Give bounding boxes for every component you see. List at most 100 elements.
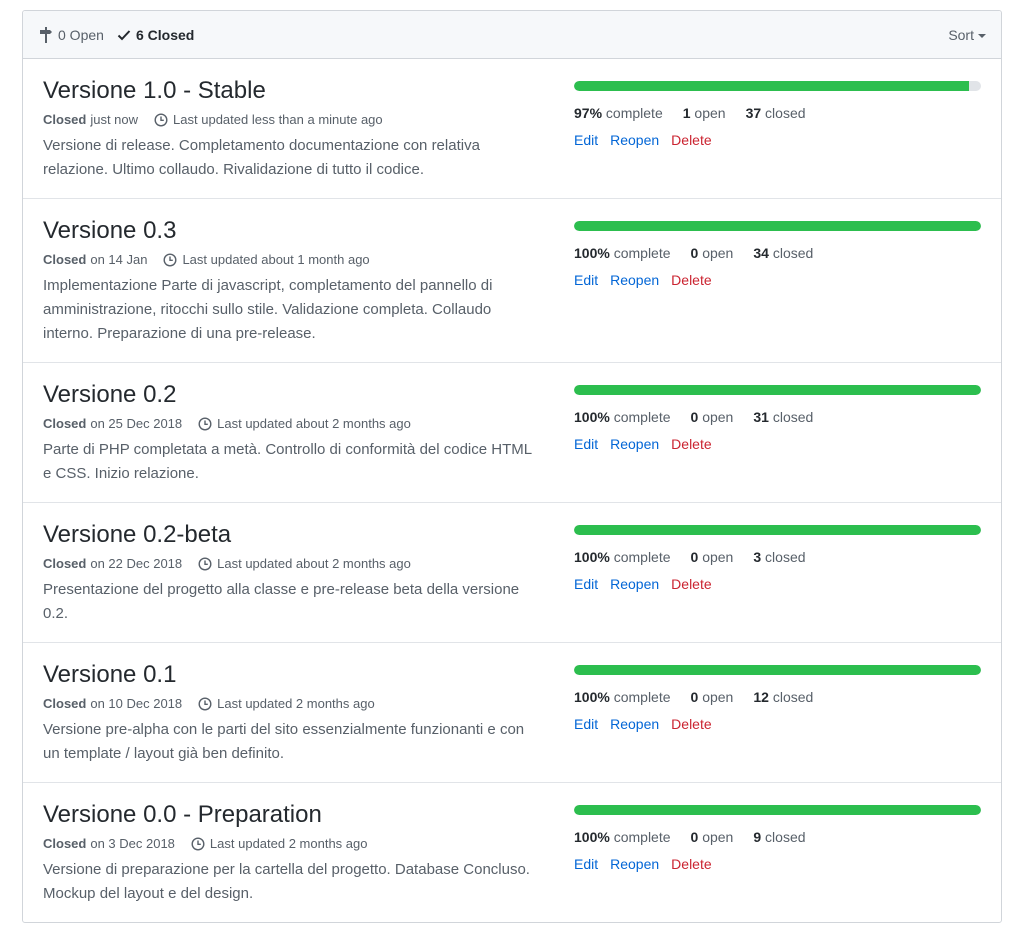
reopen-link[interactable]: Reopen — [610, 576, 659, 592]
reopen-link[interactable]: Reopen — [610, 436, 659, 452]
open-issues-count[interactable]: 0 open — [691, 549, 734, 565]
delete-link[interactable]: Delete — [671, 132, 711, 148]
reopen-link[interactable]: Reopen — [610, 716, 659, 732]
closed-state-label: Closed — [43, 836, 87, 851]
closed-date: just now — [90, 112, 139, 127]
progress-bar — [574, 221, 981, 231]
edit-link[interactable]: Edit — [574, 856, 598, 872]
open-issues-count[interactable]: 0 open — [691, 829, 734, 845]
milestone-title[interactable]: Versione 0.0 - Preparation — [43, 800, 543, 830]
closed-issues-count[interactable]: 37 closed — [746, 105, 806, 121]
closed-state-label: Closed — [43, 112, 87, 127]
milestone-meta: Closed on 25 Dec 2018 Last updated about… — [43, 416, 543, 432]
edit-link[interactable]: Edit — [574, 576, 598, 592]
last-updated: Last updated less than a minute ago — [173, 112, 383, 127]
sort-label: Sort — [948, 26, 974, 43]
milestone-row: Versione 0.1 Closed on 10 Dec 2018 Last … — [23, 642, 1001, 782]
milestone-actions: Edit Reopen Delete — [574, 132, 981, 148]
milestone-stats: 100% complete 0 open 12 closed — [574, 689, 981, 705]
open-issues-count[interactable]: 0 open — [691, 245, 734, 261]
closed-issues-count[interactable]: 3 closed — [753, 549, 805, 565]
last-updated: Last updated about 2 months ago — [217, 416, 411, 431]
milestone-description: Presentazione del progetto alla classe e… — [43, 581, 520, 622]
milestone-description: Implementazione Parte di javascript, com… — [43, 277, 493, 342]
milestone-title[interactable]: Versione 0.2-beta — [43, 520, 543, 550]
sort-dropdown[interactable]: Sort — [948, 11, 986, 58]
progress-bar — [574, 665, 981, 675]
milestone-actions: Edit Reopen Delete — [574, 272, 981, 288]
progress-bar — [574, 81, 981, 91]
milestone-description: Parte di PHP completata a metà. Controll… — [43, 441, 532, 482]
delete-link[interactable]: Delete — [671, 576, 711, 592]
open-issues-count[interactable]: 0 open — [691, 689, 734, 705]
edit-link[interactable]: Edit — [574, 716, 598, 732]
milestone-stats: 100% complete 0 open 31 closed — [574, 409, 981, 425]
milestone-row: Versione 0.0 - Preparation Closed on 3 D… — [23, 782, 1001, 922]
open-issues-count[interactable]: 1 open — [683, 105, 726, 121]
progress-bar — [574, 805, 981, 815]
percent-complete: 100% complete — [574, 829, 671, 845]
closed-date: on 22 Dec 2018 — [90, 556, 183, 571]
closed-state-label: Closed — [43, 556, 87, 571]
milestone-actions: Edit Reopen Delete — [574, 576, 981, 592]
milestone-title[interactable]: Versione 1.0 - Stable — [43, 76, 543, 106]
closed-state-label: Closed — [43, 252, 87, 267]
closed-state-label: Closed — [43, 416, 87, 431]
closed-date: on 14 Jan — [90, 252, 148, 267]
closed-date: on 10 Dec 2018 — [90, 696, 183, 711]
open-count-label: 0 Open — [58, 26, 104, 43]
milestone-actions: Edit Reopen Delete — [574, 856, 981, 872]
delete-link[interactable]: Delete — [671, 436, 711, 452]
delete-link[interactable]: Delete — [671, 716, 711, 732]
closed-issues-count[interactable]: 31 closed — [753, 409, 813, 425]
reopen-link[interactable]: Reopen — [610, 856, 659, 872]
milestone-title[interactable]: Versione 0.3 — [43, 216, 543, 246]
closed-date: on 25 Dec 2018 — [90, 416, 183, 431]
percent-complete: 100% complete — [574, 549, 671, 565]
delete-link[interactable]: Delete — [671, 856, 711, 872]
last-updated: Last updated 2 months ago — [217, 696, 375, 711]
milestone-description: Versione di release. Completamento docum… — [43, 137, 480, 178]
closed-date: on 3 Dec 2018 — [90, 836, 175, 851]
percent-complete: 97% complete — [574, 105, 663, 121]
closed-milestones-filter[interactable]: 6 Closed — [117, 11, 194, 58]
closed-state-label: Closed — [43, 696, 87, 711]
open-issues-count[interactable]: 0 open — [691, 409, 734, 425]
last-updated: Last updated about 1 month ago — [182, 252, 370, 267]
clock-icon — [163, 253, 177, 267]
edit-link[interactable]: Edit — [574, 132, 598, 148]
milestone-title[interactable]: Versione 0.1 — [43, 660, 543, 690]
edit-link[interactable]: Edit — [574, 272, 598, 288]
edit-link[interactable]: Edit — [574, 436, 598, 452]
milestone-row: Versione 0.3 Closed on 14 Jan Last updat… — [23, 198, 1001, 362]
reopen-link[interactable]: Reopen — [610, 272, 659, 288]
delete-link[interactable]: Delete — [671, 272, 711, 288]
open-milestones-filter[interactable]: 0 Open — [39, 11, 104, 58]
milestone-title[interactable]: Versione 0.2 — [43, 380, 543, 410]
milestone-meta: Closed on 10 Dec 2018 Last updated 2 mon… — [43, 696, 543, 712]
milestones-list: 0 Open 6 Closed Sort Versione 1.0 - Stab… — [22, 10, 1002, 923]
clock-icon — [198, 557, 212, 571]
progress-bar-fill — [574, 81, 969, 91]
milestone-stats: 97% complete 1 open 37 closed — [574, 105, 981, 121]
last-updated: Last updated about 2 months ago — [217, 556, 411, 571]
milestone-stats: 100% complete 0 open 3 closed — [574, 549, 981, 565]
progress-bar-fill — [574, 805, 981, 815]
milestone-meta: Closed just now Last updated less than a… — [43, 112, 543, 128]
closed-issues-count[interactable]: 34 closed — [753, 245, 813, 261]
closed-issues-count[interactable]: 12 closed — [753, 689, 813, 705]
reopen-link[interactable]: Reopen — [610, 132, 659, 148]
milestone-icon — [40, 26, 52, 43]
milestone-description: Versione di preparazione per la cartella… — [43, 861, 530, 902]
check-icon — [117, 29, 131, 40]
percent-complete: 100% complete — [574, 409, 671, 425]
progress-bar — [574, 385, 981, 395]
clock-icon — [198, 697, 212, 711]
last-updated: Last updated 2 months ago — [209, 836, 368, 851]
progress-bar-fill — [574, 385, 981, 395]
closed-issues-count[interactable]: 9 closed — [753, 829, 805, 845]
progress-bar-fill — [574, 525, 981, 535]
caret-down-icon — [978, 33, 986, 38]
progress-bar — [574, 525, 981, 535]
clock-icon — [198, 417, 212, 431]
